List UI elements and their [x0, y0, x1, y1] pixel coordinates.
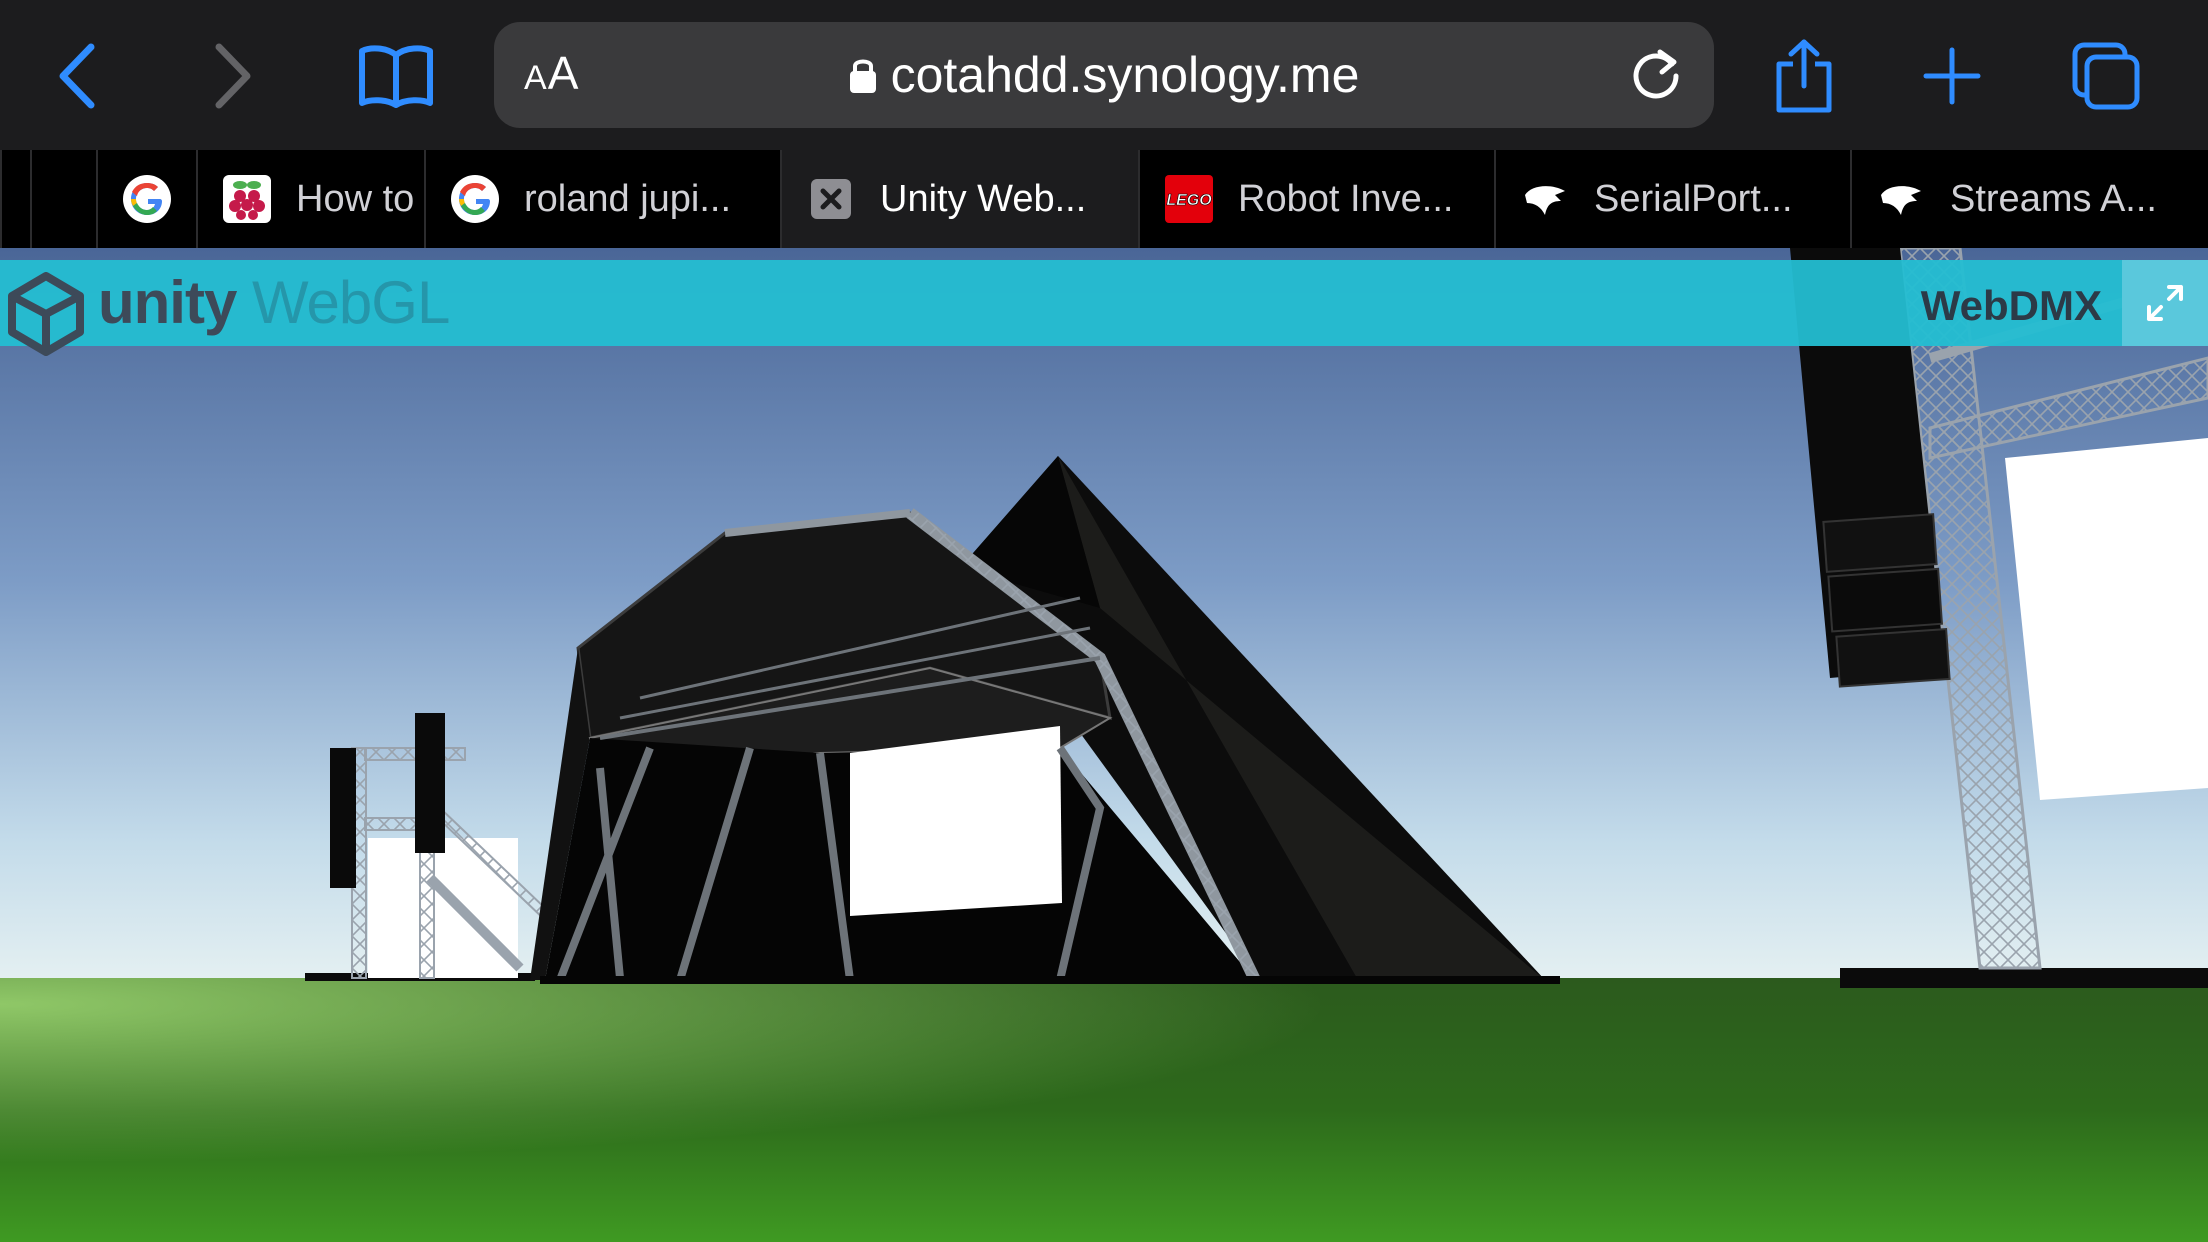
webgl-canvas[interactable]: [0, 248, 2208, 1242]
address-bar[interactable]: AA cotahdd.synology.me: [494, 22, 1714, 128]
unity-logo-icon: [8, 272, 84, 356]
forward-button[interactable]: [190, 34, 274, 118]
new-tab-icon: [1923, 47, 1981, 105]
share-icon: [1776, 39, 1832, 113]
back-button[interactable]: [36, 34, 120, 118]
bookmarks-button[interactable]: [354, 34, 438, 118]
tab-title: Streams A...: [1950, 177, 2157, 220]
tab-how-to[interactable]: How to: [196, 150, 424, 248]
tab-title: How to: [296, 177, 415, 220]
bird-icon: [1520, 174, 1570, 224]
tab-unity-webgl[interactable]: Unity Web...: [780, 150, 1138, 248]
webgl-content: unity WebGL WebDMX: [0, 248, 2208, 1242]
back-icon: [59, 43, 95, 109]
tab-robot-inventor[interactable]: LEGO Robot Inve...: [1138, 150, 1494, 248]
fullscreen-icon: [2147, 285, 2183, 321]
bookmarks-icon: [359, 45, 433, 108]
browser-toolbar: AA cotahdd.synology.me: [0, 0, 2208, 150]
tab-pinned-1[interactable]: [30, 150, 96, 248]
close-tab-button[interactable]: [806, 174, 856, 224]
lock-icon: [849, 59, 876, 93]
unity-webgl-header: unity WebGL WebDMX: [0, 260, 2208, 356]
share-button[interactable]: [1762, 34, 1846, 118]
grass-highlight: [0, 978, 2208, 1242]
unity-brand-text: unity: [98, 269, 237, 336]
tab-title: Unity Web...: [880, 177, 1087, 220]
tab-google[interactable]: [96, 150, 196, 248]
reload-button[interactable]: [1626, 44, 1686, 109]
tab-title: Robot Inve...: [1238, 177, 1454, 220]
google-icon: [122, 174, 172, 224]
forward-icon: [215, 43, 251, 109]
tab-streams[interactable]: Streams A...: [1850, 150, 2208, 248]
new-tab-button[interactable]: [1910, 34, 1994, 118]
tab-pinned-0[interactable]: [0, 150, 30, 248]
webgl-brand-text: WebGL: [252, 269, 450, 336]
tab-title: SerialPort...: [1594, 177, 1793, 220]
url-text: cotahdd.synology.me: [890, 47, 1360, 103]
tab-serialport[interactable]: SerialPort...: [1494, 150, 1850, 248]
tabs-overview-icon: [2072, 42, 2140, 110]
app-title: WebDMX: [1920, 282, 2102, 329]
fullscreen-button[interactable]: [2122, 260, 2208, 346]
tab-bar: How to roland jupi... Unity Web... LEGO …: [0, 150, 2208, 248]
raspberry-pi-icon: [222, 174, 272, 224]
close-tab-icon: [811, 179, 851, 219]
svg-text:LEGO: LEGO: [1166, 192, 1212, 209]
tabs-overview-button[interactable]: [2064, 34, 2148, 118]
tab-roland[interactable]: roland jupi...: [424, 150, 780, 248]
bird-icon: [1876, 174, 1926, 224]
google-icon: [450, 174, 500, 224]
reload-icon: [1633, 49, 1679, 99]
lego-icon: LEGO: [1164, 174, 1214, 224]
url-display[interactable]: cotahdd.synology.me: [494, 22, 1714, 128]
tab-title: roland jupi...: [524, 177, 732, 220]
